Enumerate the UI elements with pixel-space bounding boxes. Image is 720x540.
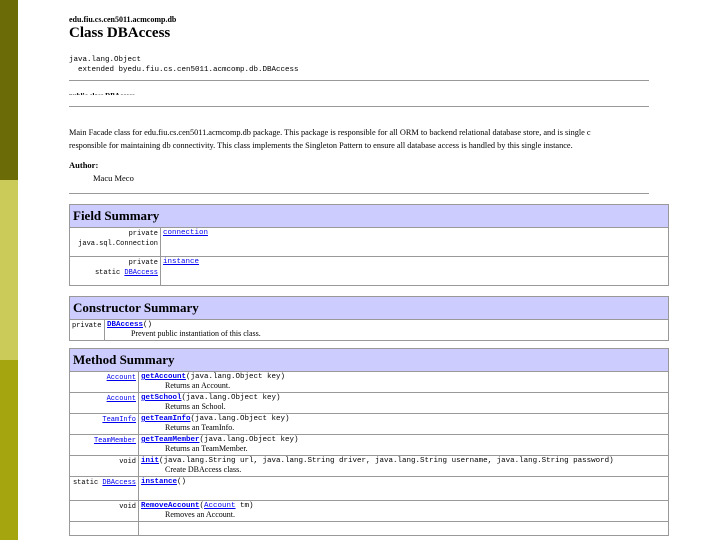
table-row: TeamInfo getTeamInfo(java.lang.Object ke…	[69, 413, 669, 435]
type-link-dbaccess[interactable]: DBAccess	[102, 479, 136, 487]
method-description: Returns an TeamInfo.	[165, 423, 235, 432]
table-row	[69, 521, 669, 536]
table-row: Account getSchool(java.lang.Object key) …	[69, 392, 669, 414]
type-link-account[interactable]: Account	[107, 374, 136, 382]
method-description: Returns an Account.	[165, 381, 231, 390]
method-signature: (java.lang.Object key)	[190, 415, 290, 423]
class-description: Main Facade class for edu.fiu.cs.cen5011…	[69, 126, 720, 152]
constructor-modifier: private	[69, 319, 105, 341]
method-return-type	[69, 521, 139, 536]
table-row: void RemoveAccount(Account tm) Removes a…	[69, 500, 669, 522]
method-return-type: TeamMember	[69, 434, 139, 456]
description-line-1: Main Facade class for edu.fiu.cs.cen5011…	[69, 128, 591, 137]
slide-bar-dark	[0, 0, 18, 180]
method-link-instance[interactable]: instance	[141, 478, 177, 486]
constructor-link-dbaccess[interactable]: DBAccess	[107, 321, 143, 329]
method-signature: ()	[177, 478, 187, 486]
method-description: Returns an TeamMember.	[165, 444, 248, 453]
author-label: Author:	[69, 160, 99, 170]
table-row: private java.sql.Connection connection	[69, 227, 669, 257]
table-row: Account getAccount(java.lang.Object key)…	[69, 371, 669, 393]
type-link-teaminfo[interactable]: TeamInfo	[102, 416, 136, 424]
divider	[69, 106, 649, 107]
class-title: Class DBAccess	[69, 25, 171, 41]
method-summary-table: Method Summary Account getAccount(java.l…	[69, 348, 669, 536]
slide-bar-light	[0, 180, 18, 360]
method-cell: getSchool(java.lang.Object key) Returns …	[138, 392, 669, 414]
table-row: static DBAccess instance()	[69, 476, 669, 501]
method-signature: (java.lang.String url, java.lang.String …	[159, 457, 614, 465]
method-return-type: TeamInfo	[69, 413, 139, 435]
divider	[69, 193, 649, 194]
method-link-getschool[interactable]: getSchool	[141, 394, 182, 402]
javadoc-content: edu.fiu.cs.cen5011.acmcomp.db Class DBAc…	[69, 0, 720, 540]
method-link-getaccount[interactable]: getAccount	[141, 373, 186, 381]
method-cell: getAccount(java.lang.Object key) Returns…	[138, 371, 669, 393]
field-type-link-dbaccess[interactable]: DBAccess	[124, 269, 158, 277]
method-return-type: void	[69, 500, 139, 522]
field-type: private java.sql.Connection	[69, 227, 161, 257]
method-signature-close: tm)	[235, 502, 254, 510]
method-signature: (java.lang.Object key)	[186, 373, 286, 381]
author-name: Macu Meco	[93, 173, 134, 183]
hierarchy-line-2: extended byedu.fiu.cs.cen5011.acmcomp.db…	[69, 66, 299, 74]
field-type-name: java.sql.Connection	[78, 240, 158, 248]
field-name-cell: connection	[160, 227, 669, 257]
method-return-type: static DBAccess	[69, 476, 139, 501]
type-link-teammember[interactable]: TeamMember	[94, 437, 136, 445]
table-row: private static DBAccess instance	[69, 256, 669, 286]
field-modifier: private	[128, 259, 158, 267]
type-prefix: static	[72, 479, 103, 487]
table-row: TeamMember getTeamMember(java.lang.Objec…	[69, 434, 669, 456]
type-link-account[interactable]: Account	[107, 395, 136, 403]
method-return-type: void	[69, 455, 139, 477]
param-type-link-account[interactable]: Account	[204, 502, 236, 510]
class-hierarchy: java.lang.Object extended byedu.fiu.cs.c…	[69, 55, 299, 75]
method-link-getteaminfo[interactable]: getTeamInfo	[141, 415, 191, 423]
method-link-getteammember[interactable]: getTeamMember	[141, 436, 200, 444]
slide-bar-mid	[0, 360, 18, 540]
field-summary-title: Field Summary	[69, 204, 669, 228]
method-description: Returns an School.	[165, 402, 226, 411]
description-line-2: responsible for maintaining db connectiv…	[69, 141, 573, 150]
method-cell: getTeamInfo(java.lang.Object key) Return…	[138, 413, 669, 435]
field-name-cell: instance	[160, 256, 669, 286]
field-summary-table: Field Summary private java.sql.Connectio…	[69, 204, 669, 286]
table-row: private DBAccess() Prevent public instan…	[69, 319, 669, 341]
method-cell: init(java.lang.String url, java.lang.Str…	[138, 455, 669, 477]
method-description: Create DBAccess class.	[165, 465, 242, 474]
method-signature: (java.lang.Object key)	[181, 394, 281, 402]
method-summary-title: Method Summary	[69, 348, 669, 372]
field-type-prefix: static	[94, 269, 125, 277]
method-return-type: Account	[69, 371, 139, 393]
method-link-init[interactable]: init	[141, 457, 159, 465]
method-cell: getTeamMember(java.lang.Object key) Retu…	[138, 434, 669, 456]
field-modifier: private	[128, 230, 158, 238]
table-row: void init(java.lang.String url, java.lan…	[69, 455, 669, 477]
class-declaration-cut: public class DBAccess	[69, 91, 135, 95]
method-link-removeaccount[interactable]: RemoveAccount	[141, 502, 200, 510]
method-signature: (java.lang.Object key)	[199, 436, 299, 444]
method-return-type: Account	[69, 392, 139, 414]
constructor-cell: DBAccess() Prevent public instantiation …	[104, 319, 669, 341]
field-link-instance[interactable]: instance	[163, 258, 199, 266]
constructor-summary-title: Constructor Summary	[69, 296, 669, 320]
constructor-description: Prevent public instantiation of this cla…	[131, 329, 261, 338]
constructor-summary-table: Constructor Summary private DBAccess() P…	[69, 296, 669, 341]
constructor-signature: ()	[143, 321, 153, 329]
method-description: Removes an Account.	[165, 510, 235, 519]
hierarchy-line-1: java.lang.Object	[69, 56, 142, 64]
method-cell: RemoveAccount(Account tm) Removes an Acc…	[138, 500, 669, 522]
package-name: edu.fiu.cs.cen5011.acmcomp.db	[69, 15, 177, 24]
field-link-connection[interactable]: connection	[163, 229, 208, 237]
method-cell	[138, 521, 669, 536]
divider	[69, 80, 649, 81]
method-cell: instance()	[138, 476, 669, 501]
field-type: private static DBAccess	[69, 256, 161, 286]
